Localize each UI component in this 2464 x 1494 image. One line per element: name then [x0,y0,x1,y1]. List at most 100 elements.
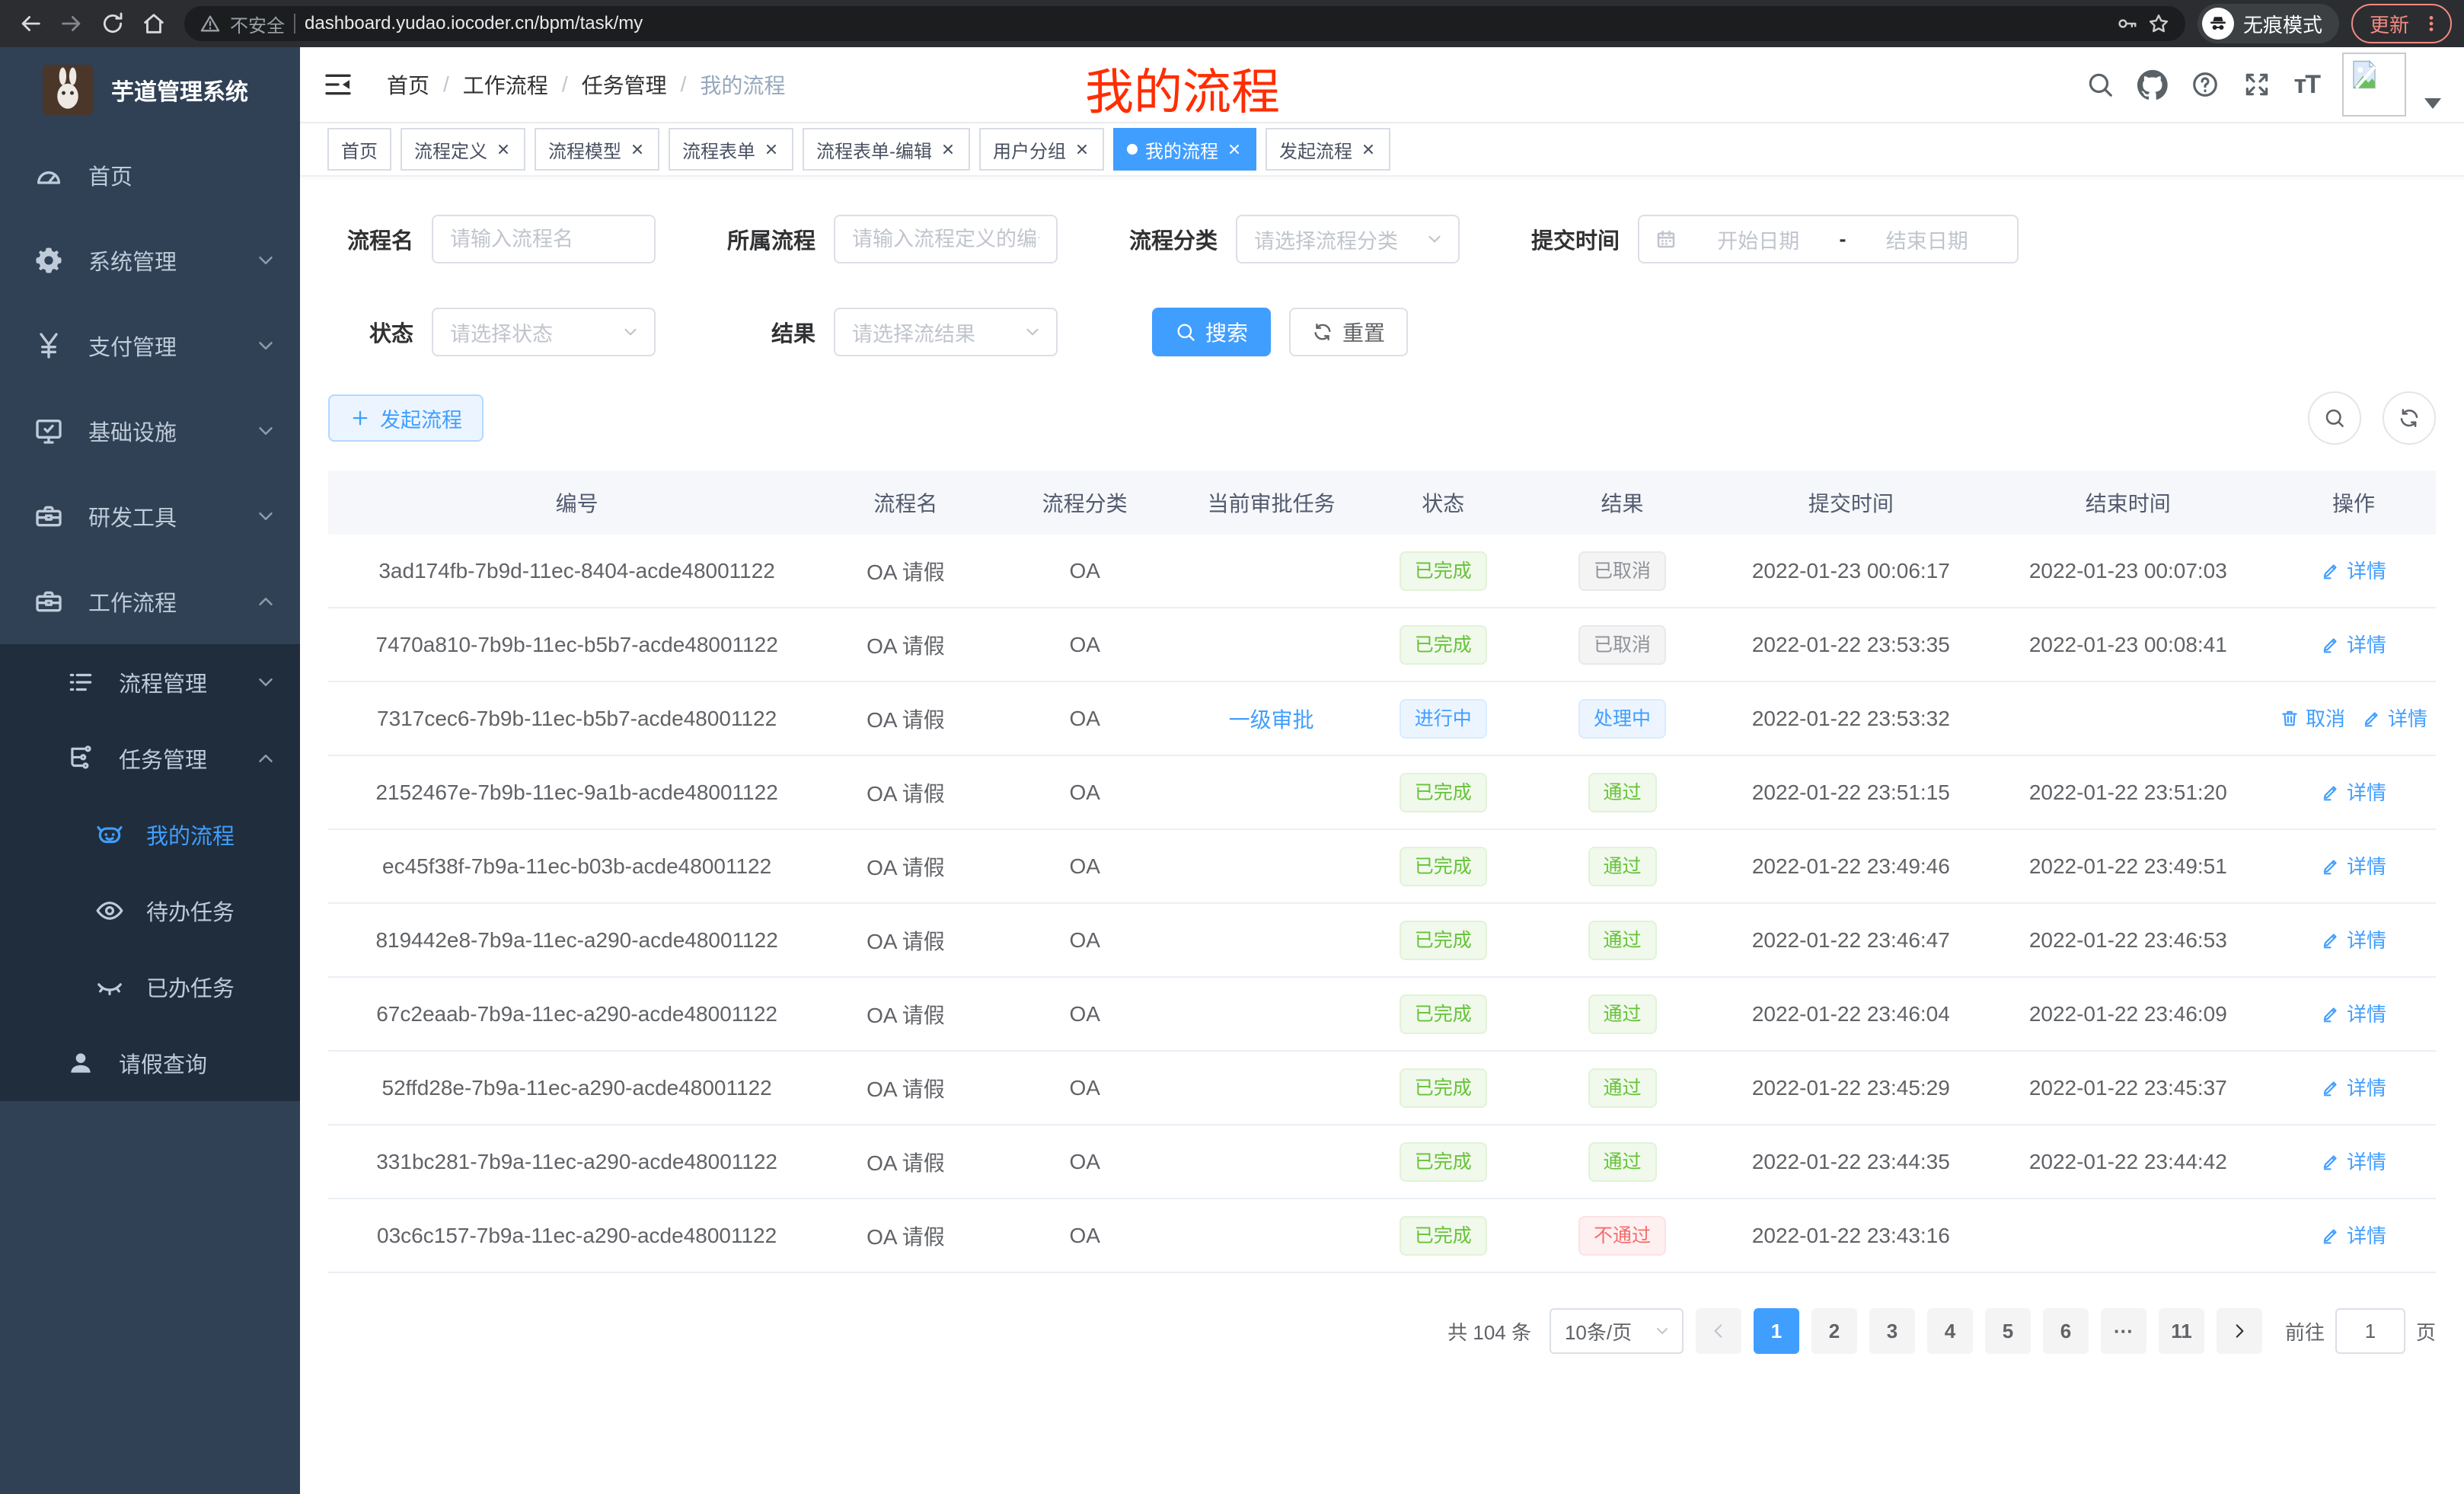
detail-link[interactable]: 详情 [2321,630,2386,658]
page-button-11[interactable]: 11 [2159,1308,2204,1354]
date-separator: - [1840,228,1846,251]
more-pages-button[interactable]: ··· [2101,1308,2146,1354]
search-icon[interactable] [2086,70,2115,99]
help-icon[interactable] [2191,70,2220,99]
toggle-search-button[interactable] [2308,391,2361,445]
cancel-link[interactable]: 取消 [2280,704,2345,732]
detail-link[interactable]: 详情 [2321,1221,2386,1249]
detail-link[interactable]: 详情 [2321,851,2386,879]
sidebar-item-label: 基础设施 [88,415,177,447]
sidebar-item-workflow[interactable]: 工作流程 [0,559,300,644]
sidebar-item-leave-query[interactable]: 请假查询 [0,1025,300,1101]
tab-close-icon[interactable] [1360,141,1377,158]
tab-close-icon[interactable] [495,141,512,158]
page-button-5[interactable]: 5 [1985,1308,2031,1354]
start-process-button[interactable]: 发起流程 [328,394,484,442]
process-table: 编号 流程名 流程分类 当前审批任务 状态 结果 提交时间 结束时间 操作 3a… [328,471,2436,1273]
breadcrumb-item[interactable]: 首页 [387,69,429,100]
next-page-button[interactable] [2217,1308,2262,1354]
tab-close-icon[interactable] [1226,141,1243,158]
font-size-icon[interactable]: тT [2294,70,2319,100]
page-button-3[interactable]: 3 [1869,1308,1915,1354]
address-bar[interactable]: 不安全 dashboard.yudao.iocoder.cn/bpm/task/… [184,6,2185,41]
key-icon[interactable] [2115,12,2138,35]
browser-forward-icon[interactable] [53,5,90,42]
kebab-menu-icon[interactable] [2421,14,2441,34]
cell-end-time: 2022-01-22 23:46:53 [1985,928,2271,953]
tab-close-icon[interactable] [1074,141,1090,158]
page-button-1[interactable]: 1 [1754,1308,1799,1354]
cell-actions: 详情 [2271,556,2436,586]
breadcrumb-item[interactable]: 任务管理 [582,69,667,100]
cell-status: 进行中 [1359,699,1527,739]
status-badge: 已完成 [1400,994,1487,1034]
page-button-6[interactable]: 6 [2043,1308,2089,1354]
breadcrumb-item[interactable]: 工作流程 [463,69,548,100]
tab-user-group[interactable]: 用户分组 [979,128,1104,171]
tab-close-icon[interactable] [629,141,646,158]
sidebar-item-devtools[interactable]: 研发工具 [0,474,300,559]
detail-link[interactable]: 详情 [2321,1073,2386,1101]
avatar[interactable] [2342,53,2406,117]
github-icon[interactable] [2137,69,2168,100]
tab-start-process[interactable]: 发起流程 [1266,128,1390,171]
sidebar-item-process-mgmt[interactable]: 流程管理 [0,644,300,720]
task-link[interactable]: 一级审批 [1229,704,1314,734]
detail-link[interactable]: 详情 [2321,777,2386,806]
process-name-input[interactable] [432,215,656,263]
tab-home[interactable]: 首页 [327,128,391,171]
sidebar-item-done-tasks[interactable]: 已办任务 [0,949,300,1025]
cell-result: 不通过 [1527,1216,1717,1256]
status-select[interactable]: 请选择状态 [432,308,656,356]
date-range-picker[interactable]: 开始日期 - 结束日期 [1638,215,2019,263]
tab-my-process[interactable]: 我的流程 [1113,128,1256,171]
detail-link[interactable]: 详情 [2321,1147,2386,1175]
process-definition-input[interactable] [834,215,1058,263]
result-badge: 通过 [1588,1142,1657,1182]
cell-submit-time: 2022-01-22 23:51:15 [1717,781,1985,805]
sidebar-collapse-icon[interactable] [300,69,376,100]
sidebar-item-label: 系统管理 [88,244,177,276]
result-select[interactable]: 请选择流结果 [834,308,1058,356]
category-select[interactable]: 请选择流程分类 [1236,215,1460,263]
sidebar-item-system[interactable]: 系统管理 [0,218,300,303]
sidebar-item-todo-tasks[interactable]: 待办任务 [0,873,300,949]
search-button[interactable]: 搜索 [1152,308,1271,356]
search-icon [1175,321,1196,343]
sidebar-item-task-mgmt[interactable]: 任务管理 [0,720,300,796]
tab-process-definition[interactable]: 流程定义 [401,128,525,171]
browser-update-button[interactable]: 更新 [2351,4,2452,43]
detail-link[interactable]: 详情 [2321,556,2386,584]
col-header-name: 流程名 [825,487,985,518]
page-size-select[interactable]: 10条/页 [1550,1308,1684,1354]
prev-page-button[interactable] [1696,1308,1741,1354]
bookmark-star-icon[interactable] [2147,12,2170,35]
detail-link[interactable]: 详情 [2321,999,2386,1027]
browser-back-icon[interactable] [12,5,49,42]
cell-task: 一级审批 [1184,704,1359,734]
tab-process-form[interactable]: 流程表单 [669,128,793,171]
page-button-2[interactable]: 2 [1811,1308,1857,1354]
page-button-4[interactable]: 4 [1927,1308,1973,1354]
goto-page-input[interactable] [2335,1308,2405,1354]
reset-button[interactable]: 重置 [1289,308,1408,356]
breadcrumb-separator: / [443,72,449,97]
refresh-table-button[interactable] [2383,391,2436,445]
cell-actions: 详情 [2271,925,2436,955]
sidebar-item-my-process[interactable]: 我的流程 [0,796,300,873]
tab-close-icon[interactable] [940,141,956,158]
tab-process-form-edit[interactable]: 流程表单-编辑 [803,128,970,171]
list-icon [64,668,97,697]
tab-process-model[interactable]: 流程模型 [535,128,659,171]
sidebar-item-home[interactable]: 首页 [0,132,300,218]
tab-close-icon[interactable] [763,141,780,158]
browser-home-icon[interactable] [136,5,172,42]
fullscreen-icon[interactable] [2242,70,2271,99]
browser-reload-icon[interactable] [94,5,131,42]
avatar-caret-icon[interactable] [2424,98,2441,109]
sidebar-item-payment[interactable]: 支付管理 [0,303,300,388]
sidebar-item-infrastructure[interactable]: 基础设施 [0,388,300,474]
detail-link[interactable]: 详情 [2362,704,2427,732]
top-navbar: 首页 / 工作流程 / 任务管理 / 我的流程 тT [300,47,2464,123]
detail-link[interactable]: 详情 [2321,925,2386,953]
